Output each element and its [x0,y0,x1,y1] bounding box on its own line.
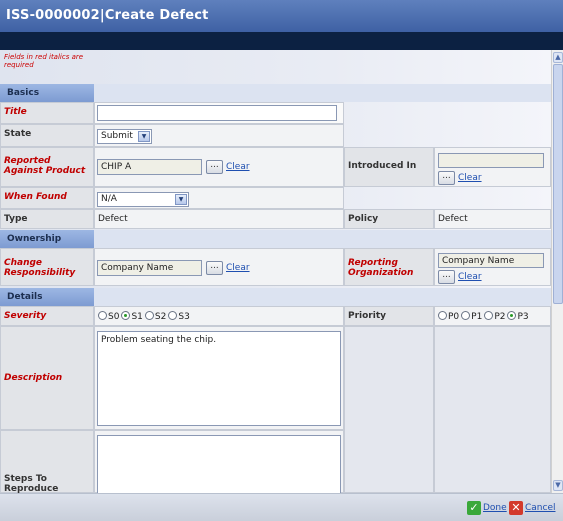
reported-against-clear-link[interactable]: Clear [226,162,250,172]
steps-to-reproduce-textarea[interactable] [97,435,341,493]
state-cell: Submit ▼ [94,124,344,147]
reporting-organization-input[interactable]: Company Name [438,253,544,268]
state-select-value: Submit [101,131,133,141]
reported-against-cell: CHIP A ... Clear [94,147,344,187]
title-input[interactable] [97,105,337,121]
type-value: Defect [94,209,344,229]
priority-radio-p0[interactable] [438,311,447,320]
reported-against-label: Reported Against Product [0,147,94,187]
when-found-select-value: N/A [101,194,117,204]
vertical-scrollbar[interactable]: ▲ ▼ [551,50,563,493]
reporting-organization-clear-link[interactable]: Clear [458,272,482,282]
state-label: State [0,124,94,147]
severity-radio-s2[interactable] [144,311,154,320]
section-header-ownership-bar [94,230,551,248]
priority-option-label: P3 [517,312,529,322]
details-empty-cell-right [434,326,551,493]
priority-radio-group: P0 P1 P2 P3 [434,306,551,326]
window-title: ISS-0000002|Create Defect [0,0,563,32]
description-label: Description [0,326,94,430]
severity-label: Severity [0,306,94,326]
steps-to-reproduce-label: Steps To Reproduce [0,430,94,493]
priority-option-label: P0 [448,312,460,322]
priority-radio-p2[interactable] [484,311,494,320]
severity-option-label: S3 [178,312,190,322]
chevron-down-icon: ▼ [175,194,187,205]
severity-option-label: S0 [108,312,120,322]
when-found-select[interactable]: N/A ▼ [97,192,189,207]
section-header-basics-bar [94,84,551,102]
priority-option-label: P1 [471,312,483,322]
introduced-in-clear-link[interactable]: Clear [458,173,482,183]
details-empty-cell [344,326,434,493]
checkmark-icon[interactable]: ✓ [467,501,481,515]
priority-radio-p3[interactable] [507,311,517,320]
required-fields-note: Fields in red italics are required [4,53,84,69]
cancel-button[interactable]: Cancel [525,503,556,513]
reported-against-input[interactable]: CHIP A [97,159,202,175]
introduced-in-label: Introduced In [344,147,434,187]
form-content: Fields in red italics are required Basic… [0,50,551,493]
scrollbar-thumb[interactable] [553,64,563,304]
section-header-basics: Basics [0,84,94,102]
priority-radio-p1[interactable] [461,311,471,320]
reporting-organization-cell: Company Name ... Clear [434,248,551,286]
dialog-footer: ✓ Done ✕ Cancel [0,493,563,521]
change-responsibility-label: Change Responsibility [0,248,94,286]
steps-to-reproduce-cell [94,430,344,493]
policy-label: Policy [344,209,434,229]
scroll-down-icon[interactable]: ▼ [553,480,563,491]
title-cell [94,102,344,124]
description-cell: Problem seating the chip. [94,326,344,430]
priority-option-label: P2 [494,312,506,322]
type-label: Type [0,209,94,229]
severity-radio-s1[interactable] [121,311,131,320]
title-divider-bar [0,32,563,50]
section-header-ownership: Ownership [0,230,94,248]
section-header-details: Details [0,288,94,306]
policy-value: Defect [434,209,551,229]
severity-radio-s3[interactable] [168,311,178,320]
change-responsibility-clear-link[interactable]: Clear [226,263,250,273]
introduced-in-browse-button[interactable]: ... [438,171,455,185]
when-found-cell: N/A ▼ [94,187,344,209]
chevron-down-icon: ▼ [138,131,150,142]
scroll-up-icon[interactable]: ▲ [553,52,563,63]
change-responsibility-input[interactable]: Company Name [97,260,202,276]
priority-label: Priority [344,306,434,326]
state-select[interactable]: Submit ▼ [97,129,152,144]
section-header-details-bar [94,288,551,306]
reporting-organization-label: Reporting Organization [344,248,434,286]
introduced-in-input[interactable] [438,153,544,168]
done-button[interactable]: Done [483,503,507,513]
severity-radio-group: S0 S1 S2 S3 [94,306,344,326]
severity-radio-s0[interactable] [98,311,107,320]
severity-option-label: S2 [154,312,167,322]
when-found-label: When Found [0,187,94,209]
reporting-organization-browse-button[interactable]: ... [438,270,455,284]
change-responsibility-browse-button[interactable]: ... [206,261,223,275]
change-responsibility-cell: Company Name ... Clear [94,248,344,286]
description-textarea[interactable]: Problem seating the chip. [97,331,341,426]
severity-option-label: S1 [131,312,143,322]
introduced-in-cell: ... Clear [434,147,551,187]
close-icon[interactable]: ✕ [509,501,523,515]
reported-against-browse-button[interactable]: ... [206,160,223,174]
title-label: Title [0,102,94,124]
